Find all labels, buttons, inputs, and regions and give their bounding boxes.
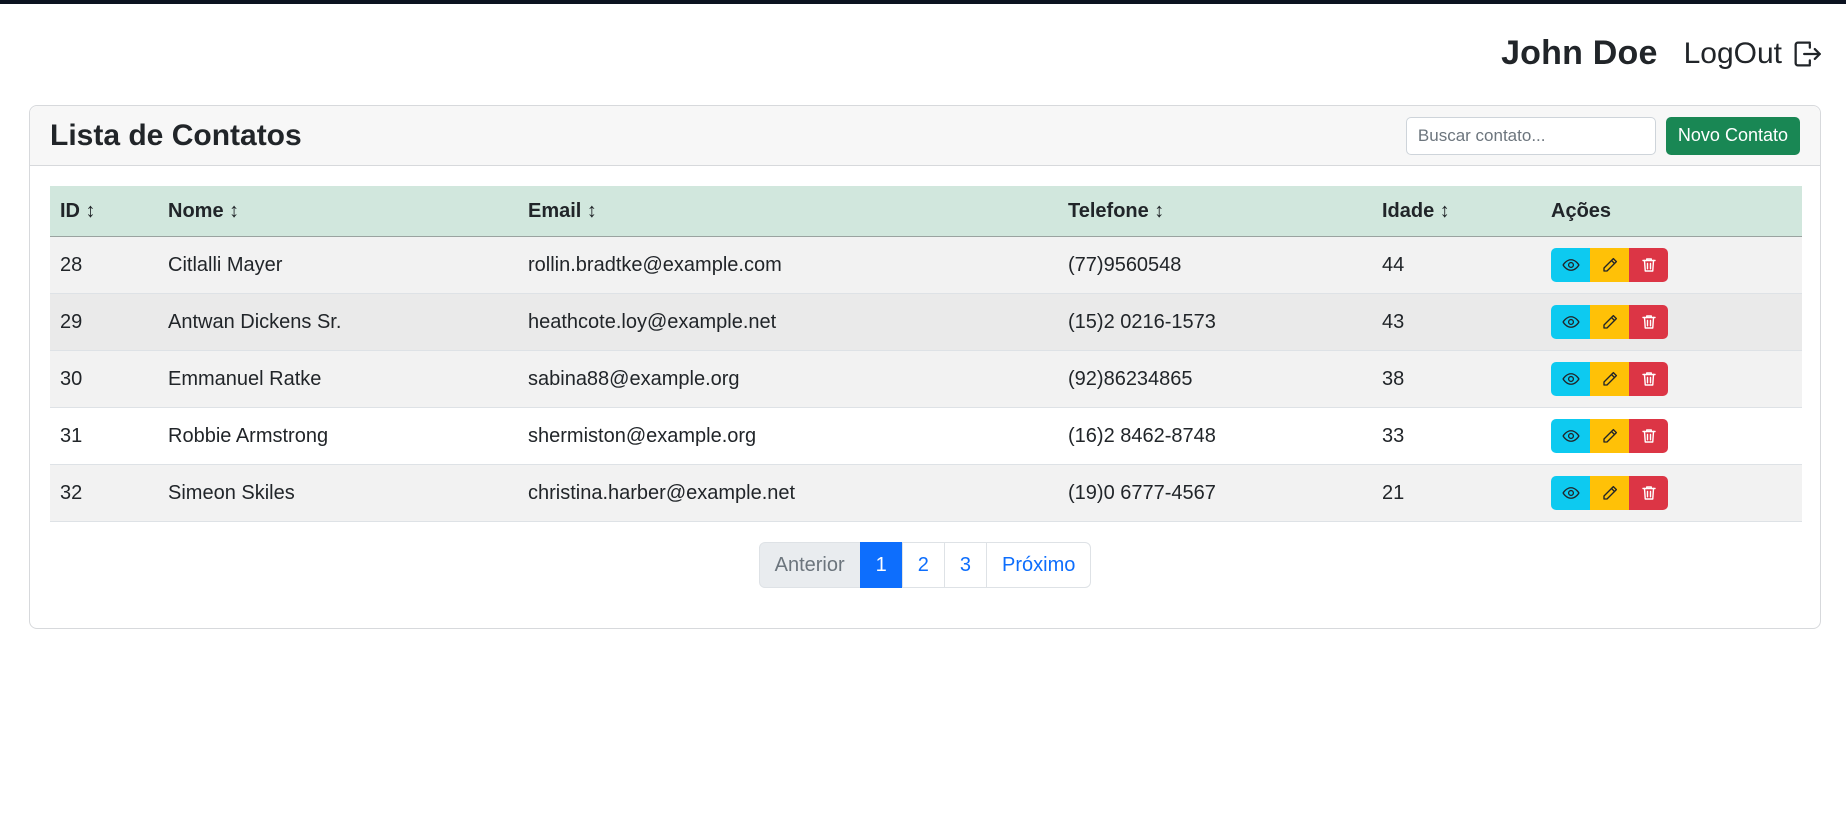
cell-nome: Simeon Skiles bbox=[158, 464, 518, 522]
trash-icon bbox=[1640, 427, 1658, 445]
cell-nome: Citlalli Mayer bbox=[158, 236, 518, 294]
delete-button[interactable] bbox=[1629, 419, 1668, 453]
eye-icon bbox=[1561, 256, 1580, 274]
delete-button[interactable] bbox=[1629, 476, 1668, 510]
row-actions bbox=[1551, 305, 1792, 339]
eye-icon bbox=[1561, 313, 1580, 331]
eye-icon bbox=[1561, 427, 1580, 445]
cell-id: 29 bbox=[50, 293, 158, 351]
logout-icon bbox=[1794, 41, 1821, 66]
cell-email: shermiston@example.org bbox=[518, 407, 1058, 465]
edit-button[interactable] bbox=[1590, 248, 1629, 282]
page-title: Lista de Contatos bbox=[50, 118, 302, 152]
cell-actions bbox=[1541, 407, 1802, 465]
pagination-next[interactable]: Próximo bbox=[986, 542, 1092, 588]
pencil-icon bbox=[1601, 427, 1619, 445]
table-row: 29 Antwan Dickens Sr. heathcote.loy@exampl… bbox=[50, 293, 1802, 351]
cell-nome: Emmanuel Ratke bbox=[158, 350, 518, 408]
cell-email: sabina88@example.org bbox=[518, 350, 1058, 408]
search-input[interactable] bbox=[1405, 116, 1656, 155]
pencil-icon bbox=[1601, 370, 1619, 388]
cell-actions bbox=[1541, 350, 1802, 408]
row-actions bbox=[1551, 476, 1792, 510]
cell-id: 30 bbox=[50, 350, 158, 408]
pagination-previous[interactable]: Anterior bbox=[758, 542, 861, 588]
contacts-card: Lista de Contatos Novo Contato ID ↕ Nome… bbox=[29, 105, 1821, 629]
pencil-icon bbox=[1601, 313, 1619, 331]
table-header-row: ID ↕ Nome ↕ Email ↕ Telefone ↕ Idade ↕ A… bbox=[50, 186, 1802, 237]
pagination-page-3[interactable]: 3 bbox=[943, 542, 988, 588]
cell-telefone: (19)0 6777-4567 bbox=[1058, 464, 1372, 522]
table-row: 28 Citlalli Mayer rollin.bradtke@example.c… bbox=[50, 236, 1802, 294]
cell-idade: 43 bbox=[1372, 293, 1541, 351]
edit-button[interactable] bbox=[1590, 362, 1629, 396]
card-header: Lista de Contatos Novo Contato bbox=[30, 106, 1820, 166]
cell-nome: Robbie Armstrong bbox=[158, 407, 518, 465]
cell-actions bbox=[1541, 464, 1802, 522]
trash-icon bbox=[1640, 313, 1658, 331]
cell-telefone: (92)86234865 bbox=[1058, 350, 1372, 408]
view-button[interactable] bbox=[1551, 362, 1590, 396]
cell-idade: 33 bbox=[1372, 407, 1541, 465]
column-header-telefone[interactable]: Telefone ↕ bbox=[1058, 186, 1372, 237]
contacts-table: ID ↕ Nome ↕ Email ↕ Telefone ↕ Idade ↕ A… bbox=[50, 186, 1802, 522]
pagination-page-2[interactable]: 2 bbox=[901, 542, 945, 588]
view-button[interactable] bbox=[1551, 419, 1590, 453]
cell-email: rollin.bradtke@example.com bbox=[518, 236, 1058, 294]
logout-button[interactable]: LogOut bbox=[1684, 37, 1824, 71]
row-actions bbox=[1551, 248, 1792, 282]
delete-button[interactable] bbox=[1629, 305, 1668, 339]
cell-id: 28 bbox=[50, 236, 158, 294]
trash-icon bbox=[1640, 256, 1658, 274]
cell-actions bbox=[1541, 293, 1802, 351]
view-button[interactable] bbox=[1551, 248, 1590, 282]
header-tools: Novo Contato bbox=[1405, 116, 1800, 155]
trash-icon bbox=[1640, 370, 1658, 388]
user-name: John Doe bbox=[1501, 34, 1658, 72]
cell-id: 31 bbox=[50, 407, 158, 465]
cell-idade: 44 bbox=[1372, 236, 1541, 294]
eye-icon bbox=[1561, 370, 1580, 388]
pencil-icon bbox=[1601, 256, 1619, 274]
column-header-idade[interactable]: Idade ↕ bbox=[1372, 186, 1541, 237]
row-actions bbox=[1551, 362, 1792, 396]
cell-id: 32 bbox=[50, 464, 158, 522]
cell-nome: Antwan Dickens Sr. bbox=[158, 293, 518, 351]
top-border bbox=[0, 0, 1846, 4]
cell-idade: 38 bbox=[1372, 350, 1541, 408]
pagination-page-1[interactable]: 1 bbox=[859, 542, 903, 588]
cell-actions bbox=[1541, 236, 1802, 294]
logout-label: LogOut bbox=[1683, 36, 1782, 70]
table-row: 31 Robbie Armstrong shermiston@example.org… bbox=[50, 407, 1802, 465]
edit-button[interactable] bbox=[1590, 419, 1629, 453]
table-row: 30 Emmanuel Ratke sabina88@example.org (92)… bbox=[50, 350, 1802, 408]
cell-idade: 21 bbox=[1372, 464, 1541, 522]
card-body: ID ↕ Nome ↕ Email ↕ Telefone ↕ Idade ↕ A… bbox=[30, 166, 1820, 588]
pagination: Anterior 1 2 3 Próximo bbox=[50, 542, 1800, 588]
column-header-id[interactable]: ID ↕ bbox=[50, 186, 158, 237]
trash-icon bbox=[1640, 484, 1658, 502]
column-header-email[interactable]: Email ↕ bbox=[518, 186, 1058, 237]
table-row: 32 Simeon Skiles christina.harber@example.… bbox=[50, 464, 1802, 522]
top-header: John Doe LogOut bbox=[1501, 34, 1824, 73]
pencil-icon bbox=[1601, 484, 1619, 502]
delete-button[interactable] bbox=[1629, 248, 1668, 282]
column-header-acoes: Ações bbox=[1541, 186, 1802, 237]
column-header-nome[interactable]: Nome ↕ bbox=[158, 186, 518, 237]
cell-telefone: (77)9560548 bbox=[1058, 236, 1372, 294]
cell-email: christina.harber@example.net bbox=[518, 464, 1058, 522]
row-actions bbox=[1551, 419, 1792, 453]
eye-icon bbox=[1561, 484, 1580, 502]
view-button[interactable] bbox=[1551, 305, 1590, 339]
cell-email: heathcote.loy@example.net bbox=[518, 293, 1058, 351]
edit-button[interactable] bbox=[1590, 476, 1629, 510]
view-button[interactable] bbox=[1551, 476, 1590, 510]
cell-telefone: (16)2 8462-8748 bbox=[1058, 407, 1372, 465]
new-contact-button[interactable]: Novo Contato bbox=[1665, 116, 1800, 155]
delete-button[interactable] bbox=[1629, 362, 1668, 396]
cell-telefone: (15)2 0216-1573 bbox=[1058, 293, 1372, 351]
edit-button[interactable] bbox=[1590, 305, 1629, 339]
